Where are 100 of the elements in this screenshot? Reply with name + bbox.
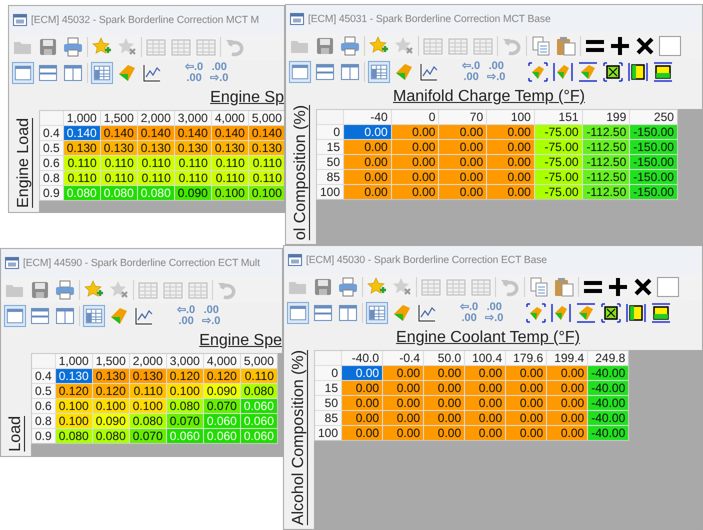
table-cell[interactable]: -75.00 [534,170,582,184]
save-icon[interactable] [29,279,51,301]
printer-icon[interactable] [62,36,84,58]
table-cell[interactable]: 0.00 [344,125,391,139]
table-cell[interactable]: -112.50 [582,140,630,154]
table-cell[interactable]: 0.00 [487,185,534,199]
table-cell[interactable]: 0.00 [424,396,464,410]
table-cell[interactable]: -75.00 [534,185,582,199]
table-cell[interactable]: 0.080 [240,384,277,398]
table-cell[interactable]: 0.00 [392,155,438,169]
table-cell[interactable]: 0.100 [56,414,92,428]
table-cell[interactable]: 0.110 [138,156,174,170]
table-cell[interactable]: 0.130 [212,141,248,155]
table-cell[interactable]: 0.110 [64,156,100,170]
column-fill-icon[interactable] [627,61,650,83]
table-cell[interactable]: 0.00 [506,411,546,425]
surface-select-icon[interactable] [552,61,574,83]
table-cell[interactable]: 0.00 [344,185,391,199]
table-cell[interactable]: 0.00 [465,366,506,380]
table-cell[interactable]: 0.140 [100,126,137,140]
table-cell[interactable]: 0.00 [506,366,546,380]
table-cell[interactable]: 0.110 [212,171,248,185]
split-columns-icon[interactable] [54,305,76,327]
table-cell[interactable]: -112.50 [582,185,630,199]
table-cell[interactable]: 0.130 [138,141,174,155]
table-cell[interactable]: 0.110 [240,369,277,383]
value-field[interactable] [657,277,679,297]
table-cell[interactable]: 0.00 [465,411,506,425]
split-columns-icon[interactable] [62,62,84,84]
table-cell[interactable]: 0.100 [212,186,248,200]
table-cell[interactable]: 0.00 [424,411,464,425]
save-icon[interactable] [37,36,59,58]
save-icon[interactable] [314,35,336,57]
plus-icon[interactable] [609,35,631,57]
table-cell[interactable]: 0.00 [392,125,438,139]
table-cell[interactable]: -40.00 [588,381,628,395]
table-cell[interactable]: 0.00 [487,125,534,139]
table-cell[interactable]: -150.00 [630,140,677,154]
table-cell[interactable]: 0.130 [130,369,166,383]
table-cell[interactable]: 0.00 [344,170,391,184]
table-cell[interactable]: 0.00 [547,396,588,410]
table-cell[interactable]: 0.130 [64,141,100,155]
table-cell[interactable]: 0.100 [92,399,129,413]
table-cell[interactable]: 0.130 [56,369,92,383]
printer-icon[interactable] [54,279,76,301]
table-cell[interactable]: 0.00 [439,140,486,154]
table-cell[interactable]: 0.00 [506,381,546,395]
table-cell[interactable]: 0.00 [487,140,534,154]
table-cell[interactable]: 0.00 [439,155,486,169]
single-view-icon[interactable] [289,61,311,83]
table-view-icon[interactable] [91,62,113,84]
table-cell[interactable]: 0.00 [506,426,546,440]
table-cell[interactable]: 0.070 [204,399,240,413]
cell-select-icon[interactable] [602,61,624,83]
table-cell[interactable]: 0.120 [92,384,129,398]
single-view-icon[interactable] [287,302,309,324]
table-cell[interactable]: -150.00 [630,185,677,199]
table-cell[interactable]: 0.00 [344,155,391,169]
table-cell[interactable]: -40.00 [588,396,628,410]
table-cell[interactable]: 0.100 [130,399,166,413]
table-cell[interactable]: 0.00 [465,426,506,440]
row-fill-icon[interactable] [650,302,672,324]
line-chart-icon[interactable] [141,62,163,84]
table-cell[interactable]: -150.00 [630,125,677,139]
multiply-icon[interactable] [634,35,656,57]
line-chart-icon[interactable] [416,302,438,324]
table-cell[interactable]: 0.00 [439,185,486,199]
table-cell[interactable]: 0.090 [92,414,129,428]
printer-icon[interactable] [339,35,361,57]
table-cell[interactable]: 0.110 [248,156,284,170]
table-cell[interactable]: 0.00 [506,396,546,410]
table-cell[interactable]: 0.00 [465,381,506,395]
table-cell[interactable]: 0.120 [56,384,92,398]
split-rows-icon[interactable] [37,62,59,84]
printer-icon[interactable] [337,276,359,298]
plus-icon[interactable] [607,276,629,298]
table-cell[interactable]: 0.090 [174,186,211,200]
table-cell[interactable]: 0.00 [439,170,486,184]
table-cell[interactable]: 0.100 [166,384,203,398]
table-cell[interactable]: 0.140 [138,126,174,140]
table-cell[interactable]: 0.130 [100,141,137,155]
table-cell[interactable]: 0.120 [166,369,203,383]
table-view-icon[interactable] [368,61,390,83]
table-cell[interactable]: -150.00 [630,155,677,169]
table-cell[interactable]: 0.070 [130,429,166,443]
table-cell[interactable]: -75.00 [534,140,582,154]
table-cell[interactable]: 0.00 [439,125,486,139]
table-cell[interactable]: -75.00 [534,155,582,169]
table-cell[interactable]: 0.00 [487,155,534,169]
single-view-icon[interactable] [4,305,26,327]
table-cell[interactable]: 0.080 [92,429,129,443]
table-cell[interactable]: 0.110 [248,171,284,185]
table-cell[interactable]: 0.110 [100,171,137,185]
table-cell[interactable]: 0.100 [56,399,92,413]
table-cell[interactable]: 0.130 [248,141,284,155]
table-cell[interactable]: 0.140 [248,126,284,140]
table-cell[interactable]: 0.00 [547,426,588,440]
table-cell[interactable]: 0.00 [342,396,382,410]
table-cell[interactable]: 0.00 [342,426,382,440]
table-cell[interactable]: 0.080 [166,399,203,413]
